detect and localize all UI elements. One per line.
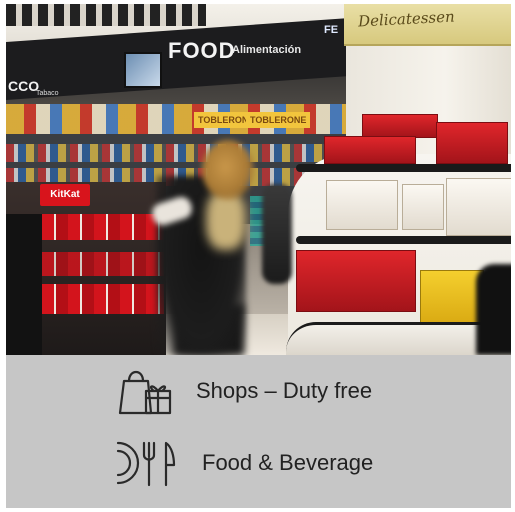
kitkat-sign: KitKat [40, 184, 90, 206]
cutlery-icon [116, 441, 176, 487]
product-box [324, 136, 416, 164]
left-sub-sign: Tabaco [36, 90, 59, 97]
store-photo: FOOD Alimentación CCO Tabaco FE Delicate… [6, 4, 511, 355]
legend-label-shops: Shops – Duty free [196, 378, 373, 403]
category-card: FOOD Alimentación CCO Tabaco FE Delicate… [6, 4, 511, 508]
round-shelf [296, 236, 511, 244]
partial-sign: FE [324, 24, 339, 36]
foreground-person [476, 264, 511, 355]
product-box [436, 122, 508, 164]
shopping-bags-icon [118, 370, 172, 415]
food-sub-sign: Alimentación [232, 44, 302, 56]
kitkat-shelf [42, 284, 164, 314]
product-box [402, 184, 444, 230]
product-box [446, 178, 511, 236]
round-shelf [296, 164, 511, 172]
category-legend: Shops – Duty free Food & Beverage [6, 355, 511, 508]
legend-label-food: Food & Beverage [202, 450, 374, 475]
kitkat-shelf [42, 252, 164, 276]
video-screen [124, 52, 162, 88]
person-head [202, 140, 254, 200]
shelf-row [6, 144, 326, 162]
legend-item-food[interactable]: Food & Beverage [114, 437, 373, 489]
toblerone-sign: TOBLERONE [246, 112, 311, 128]
kitkat-shelf [42, 214, 164, 240]
food-sign: FOOD [168, 38, 236, 63]
ceiling-slats [6, 4, 206, 26]
product-box [420, 270, 484, 326]
product-box [296, 250, 416, 312]
black-display-block [6, 214, 42, 355]
background-person [262, 184, 292, 284]
legend-item-shops[interactable]: Shops – Duty free [114, 365, 372, 417]
product-box [362, 114, 438, 138]
product-box [326, 180, 398, 230]
left-sign: CCO [8, 78, 40, 94]
